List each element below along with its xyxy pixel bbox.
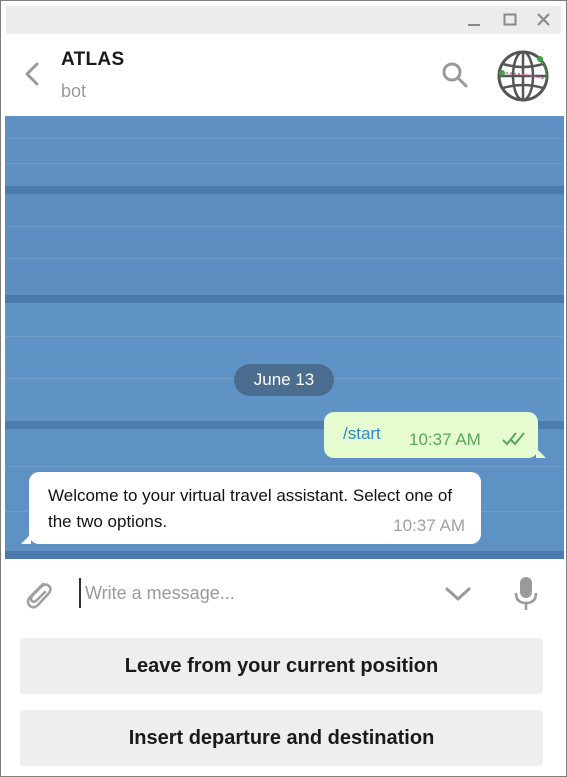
attach-button[interactable] <box>21 576 55 612</box>
chat-title[interactable]: ATLAS <box>61 49 124 71</box>
date-separator: June 13 <box>234 364 334 396</box>
microphone-icon <box>514 577 538 610</box>
keyboard-button-current-position[interactable]: Leave from your current position <box>20 638 543 694</box>
background-plank <box>5 303 564 421</box>
message-input[interactable] <box>79 578 425 608</box>
hide-keyboard-button[interactable] <box>443 584 473 604</box>
title-bar <box>6 6 561 34</box>
wood-grain <box>5 258 564 259</box>
search-button[interactable] <box>439 59 471 91</box>
background-plank <box>5 116 564 186</box>
keyboard-button-departure-destination[interactable]: Insert departure and destination <box>20 710 543 766</box>
wood-grain <box>5 226 564 227</box>
close-icon <box>537 13 550 26</box>
bubble-tail <box>536 448 546 458</box>
plank-gap <box>5 551 564 559</box>
background-plank <box>5 194 564 295</box>
search-icon <box>442 62 468 88</box>
maximize-button[interactable] <box>500 10 520 30</box>
bot-avatar[interactable] <box>496 49 550 103</box>
incoming-message[interactable]: Welcome to your virtual travel assistant… <box>21 472 481 544</box>
back-button[interactable] <box>19 59 47 89</box>
double-check-icon <box>502 432 525 446</box>
plank-gap <box>5 186 564 194</box>
wood-grain <box>5 466 564 467</box>
bubble-tail <box>21 534 31 544</box>
globe-icon <box>497 50 549 102</box>
minimize-button[interactable] <box>464 10 484 30</box>
paperclip-icon <box>26 582 52 609</box>
outgoing-message[interactable]: /start 10:37 AM <box>324 412 546 458</box>
chat-subtitle: bot <box>61 81 87 101</box>
chevron-left-icon <box>25 62 39 86</box>
chat-area[interactable]: June 13 /start 10:37 AM Welcome to your … <box>5 116 564 559</box>
minimize-icon <box>468 24 480 26</box>
message-composer <box>1 560 566 626</box>
wood-grain <box>5 336 564 337</box>
chat-header: ATLAS bot <box>1 37 566 115</box>
maximize-icon <box>503 13 517 26</box>
close-button[interactable] <box>534 10 554 30</box>
app-window: ATLAS bot June 13 /start 10:37 AM Welcom… <box>0 0 567 777</box>
plank-gap <box>5 295 564 303</box>
wood-grain <box>5 163 564 164</box>
chevron-down-icon <box>445 587 471 601</box>
voice-record-button[interactable] <box>511 574 541 614</box>
message-time: 10:37 AM <box>393 516 465 535</box>
message-time: 10:37 AM <box>409 430 481 449</box>
message-text[interactable]: /start <box>343 424 381 444</box>
wood-grain <box>5 138 564 139</box>
